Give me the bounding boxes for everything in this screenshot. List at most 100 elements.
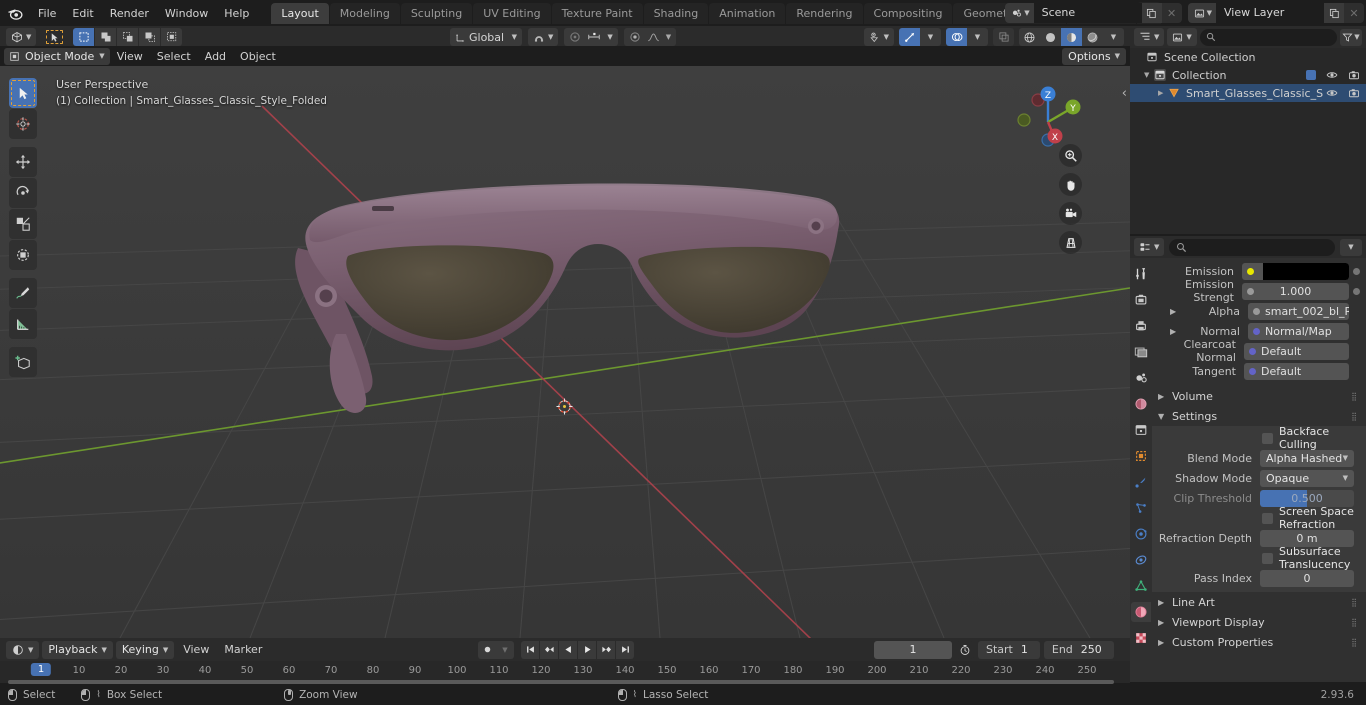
editor-type-properties-icon[interactable]: ▼ <box>1134 238 1165 256</box>
menu-render[interactable]: Render <box>102 4 157 23</box>
chevron-down-icon[interactable]: ▼ <box>1144 71 1154 79</box>
properties-tab-render[interactable] <box>1131 290 1151 310</box>
panel-header-custom-properties[interactable]: ▶ Custom Properties ⣿ <box>1152 632 1366 652</box>
alpha-expander-chevron-right-icon[interactable]: ▶ <box>1170 307 1178 316</box>
jump-to-next-keyframe-icon[interactable] <box>597 640 615 659</box>
panel-header-volume[interactable]: ▶ Volume ⣿ <box>1152 386 1366 406</box>
properties-tab-object[interactable] <box>1131 446 1151 466</box>
emission-strength-animate-dot[interactable] <box>1353 287 1360 295</box>
start-frame-field[interactable]: Start 1 <box>978 640 1040 659</box>
tool-menu-view[interactable]: View <box>110 48 150 65</box>
proportional-falloff-button[interactable]: ▼ <box>623 28 677 46</box>
properties-panel[interactable]: Emission Emission Strengt 1.000 ▶ Alpha … <box>1152 258 1366 682</box>
timeline-playhead[interactable]: 1 <box>30 663 52 676</box>
invert-select-icon[interactable] <box>139 28 161 46</box>
panel-header-viewport-display[interactable]: ▶ Viewport Display ⣿ <box>1152 612 1366 632</box>
timeline-menu-marker[interactable]: Marker <box>218 641 268 659</box>
refraction-depth-field[interactable]: 0 m <box>1260 529 1354 547</box>
view-layer-name[interactable]: View Layer <box>1216 3 1324 23</box>
options-button[interactable]: Options ▼ <box>1062 47 1126 65</box>
tweak-tool-icon[interactable] <box>9 78 37 108</box>
tangent-link-field[interactable]: Default <box>1244 362 1349 380</box>
outliner-filter-icon[interactable]: ▼ <box>1340 28 1362 46</box>
workspace-tab-layout[interactable]: Layout <box>271 2 329 24</box>
add-cube-tool-icon[interactable] <box>9 347 37 377</box>
properties-tab-modifiers[interactable] <box>1131 472 1151 492</box>
snap-toggle-button[interactable]: ▼ <box>528 28 559 46</box>
xray-icon[interactable] <box>993 28 1014 46</box>
transform-tool-icon[interactable] <box>9 240 37 270</box>
scene-close-icon[interactable]: ✕ <box>1161 3 1182 23</box>
properties-tab-output[interactable] <box>1131 316 1151 336</box>
shading-solid-icon[interactable] <box>1040 28 1061 46</box>
shading-material-preview-icon[interactable] <box>1061 28 1082 46</box>
3d-viewport[interactable]: User Perspective (1) Collection | Smart_… <box>0 66 1130 638</box>
workspace-tab-texture-paint[interactable]: Texture Paint <box>551 2 643 24</box>
properties-tab-data[interactable] <box>1131 576 1151 596</box>
view-layer-datablock[interactable]: ▼ View Layer ✕ <box>1187 3 1364 23</box>
emission-color-swatch[interactable] <box>1263 262 1349 280</box>
properties-options-dropdown[interactable]: ▼ <box>1340 238 1362 256</box>
rotate-tool-icon[interactable] <box>9 178 37 208</box>
gizmo-icon[interactable] <box>899 28 920 46</box>
chevron-left-icon[interactable]: ‹ <box>1122 86 1127 101</box>
properties-tab-particles[interactable] <box>1131 498 1151 518</box>
collection-checkbox[interactable] <box>1306 70 1316 80</box>
workspace-tab-rendering[interactable]: Rendering <box>786 2 863 24</box>
object-types-visibility-button[interactable]: ▼ <box>863 28 894 46</box>
menu-file[interactable]: File <box>30 4 64 23</box>
emission-strength-field[interactable]: 1.000 <box>1242 282 1349 300</box>
pan-hand-icon[interactable] <box>1059 173 1082 196</box>
overlays-icon[interactable] <box>946 28 967 46</box>
blend-mode-dropdown[interactable]: Alpha Hashed ▼ <box>1260 449 1354 467</box>
properties-tab-view-layer[interactable] <box>1131 342 1151 362</box>
jump-to-start-icon[interactable] <box>521 640 539 659</box>
camera-icon[interactable] <box>1348 69 1360 81</box>
shading-wireframe-icon[interactable] <box>1019 28 1040 46</box>
end-frame-field[interactable]: End 250 <box>1043 640 1114 659</box>
overlays-dropdown-icon[interactable]: ▼ <box>967 28 988 46</box>
tool-menu-add[interactable]: Add <box>198 48 233 65</box>
normal-expander-chevron-right-icon[interactable]: ▶ <box>1170 327 1178 336</box>
eye-icon[interactable] <box>1326 69 1338 81</box>
proportional-editing-button[interactable]: ▼ <box>564 28 618 46</box>
screen-space-refraction-checkbox[interactable] <box>1262 512 1273 524</box>
workspace-tab-compositing[interactable]: Compositing <box>863 2 953 24</box>
properties-tab-texture[interactable] <box>1131 628 1151 648</box>
record-icon[interactable] <box>478 640 496 659</box>
properties-tab-collection[interactable] <box>1131 420 1151 440</box>
jump-to-end-icon[interactable] <box>616 640 634 659</box>
properties-tab-constraints[interactable] <box>1131 550 1151 570</box>
auto-key-clock-icon[interactable] <box>956 640 974 659</box>
properties-tab-physics[interactable] <box>1131 524 1151 544</box>
blender-logo-icon[interactable] <box>0 5 30 22</box>
annotate-tool-icon[interactable] <box>9 278 37 308</box>
menu-window[interactable]: Window <box>157 4 216 23</box>
navigation-gizmo[interactable]: Z Y X <box>1004 74 1084 154</box>
emission-color-field[interactable] <box>1242 262 1349 280</box>
scale-tool-icon[interactable] <box>9 209 37 239</box>
properties-tab-tool[interactable] <box>1131 264 1151 284</box>
workspace-tab-shading[interactable]: Shading <box>643 2 709 24</box>
intersect-select-icon[interactable] <box>161 28 183 46</box>
outliner-display-mode-dropdown[interactable]: ▼ <box>1167 28 1197 46</box>
camera-view-icon[interactable] <box>1059 202 1082 225</box>
properties-tab-material[interactable] <box>1131 602 1151 622</box>
scene-datablock[interactable]: ▼ Scene ✕ <box>1005 3 1182 23</box>
clip-threshold-slider[interactable]: 0.500 <box>1260 489 1354 507</box>
eye-icon[interactable] <box>1326 87 1338 99</box>
editor-type-selector[interactable]: ▼ <box>6 28 37 46</box>
workspace-tab-animation[interactable]: Animation <box>709 2 786 24</box>
alpha-link-field[interactable]: smart_002_bl_Refra... <box>1248 302 1349 320</box>
editor-type-timeline-icon[interactable]: ▼ <box>6 640 40 659</box>
view-layer-close-icon[interactable]: ✕ <box>1344 3 1364 23</box>
outliner-search-input[interactable] <box>1199 28 1337 46</box>
outliner-row-collection[interactable]: ▼ Collection <box>1130 66 1366 84</box>
editor-type-outliner-icon[interactable]: ▼ <box>1134 28 1165 46</box>
workspace-tab-uv-editing[interactable]: UV Editing <box>473 2 551 24</box>
backface-culling-checkbox[interactable] <box>1262 432 1273 444</box>
view-layer-duplicate-icon[interactable] <box>1324 3 1344 23</box>
cursor-tool-icon[interactable] <box>9 109 37 139</box>
scene-duplicate-icon[interactable] <box>1141 3 1162 23</box>
play-icon[interactable] <box>578 640 596 659</box>
